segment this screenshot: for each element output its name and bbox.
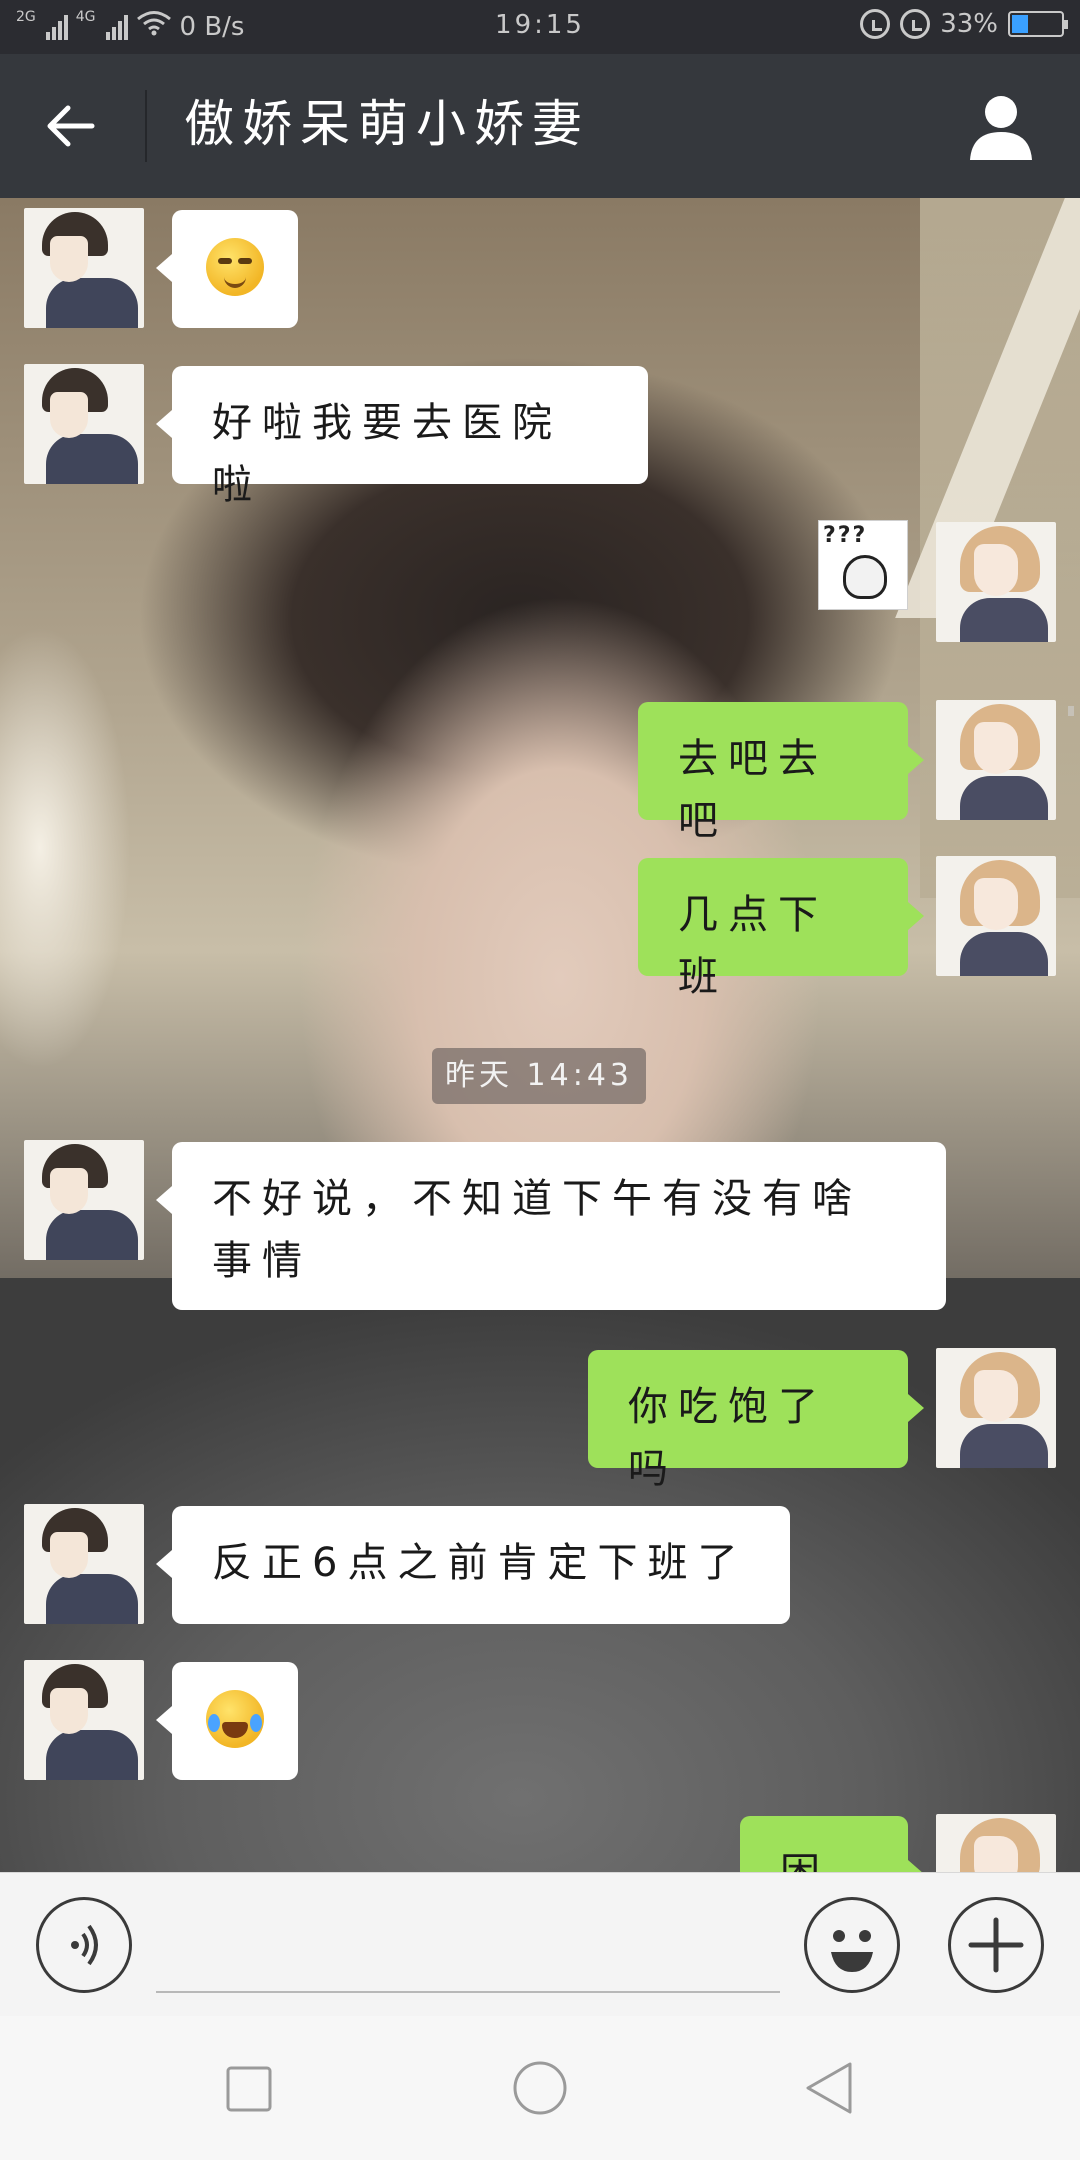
my-avatar[interactable] [936, 856, 1056, 976]
my-avatar[interactable] [936, 1348, 1056, 1468]
input-underline [156, 1991, 780, 1993]
contact-avatar[interactable] [24, 1660, 144, 1780]
message-bubble[interactable]: 不好说，不知道下午有没有啥事情 [156, 1142, 946, 1310]
battery-percent: 33% [940, 9, 998, 39]
alarm-icon [900, 9, 931, 39]
more-options-button[interactable] [948, 1897, 1044, 1993]
message-emoji-bubble[interactable] [156, 1662, 298, 1780]
plus-icon [968, 1917, 1024, 1973]
voice-icon [71, 1924, 98, 1966]
my-avatar[interactable] [936, 1814, 1056, 1872]
scroll-indicator [1068, 706, 1074, 716]
header-divider [145, 90, 147, 162]
square-icon [226, 2066, 272, 2112]
contact-avatar[interactable] [24, 208, 144, 328]
system-nav-bar [0, 2016, 1080, 2160]
message-bubble[interactable]: 去吧去吧 [638, 702, 924, 844]
smirk-face-icon [206, 238, 264, 296]
message-sticker[interactable]: ??? [818, 520, 908, 610]
chat-header: 傲娇呆萌小娇妻 [0, 54, 1080, 198]
battery-fill [1012, 15, 1028, 33]
tears-of-joy-face-icon [206, 1690, 264, 1748]
person-icon [970, 96, 1032, 160]
message-bubble[interactable]: 好啦我要去医院啦 [156, 366, 648, 508]
sticker-caption: ??? [823, 523, 868, 548]
my-avatar[interactable] [936, 700, 1056, 820]
chat-area[interactable]: 好啦我要去医院啦 ??? 去吧去吧 几点下班 昨天 14:43 不好说，不知道下… [0, 198, 1080, 1872]
home-button[interactable] [510, 2060, 570, 2116]
battery-icon [1008, 11, 1068, 37]
message-bubble[interactable]: 困困 [740, 1816, 924, 1872]
smiley-icon [831, 1930, 873, 1972]
status-bar: 2G 4G 0 B/s 19:15 33% [0, 0, 1080, 54]
message-input-bar [0, 1872, 1080, 2016]
status-right: 33% [860, 9, 1068, 39]
message-bubble[interactable]: 你吃饱了吗 [588, 1350, 924, 1492]
contact-avatar[interactable] [24, 1140, 144, 1260]
message-bubble[interactable]: 反正6点之前肯定下班了 [156, 1506, 790, 1624]
emoji-button[interactable] [804, 1897, 900, 1993]
voice-input-button[interactable] [36, 1897, 132, 1993]
circle-icon [513, 2061, 567, 2115]
message-emoji-bubble[interactable] [156, 210, 298, 328]
back-nav-button[interactable] [800, 2060, 860, 2116]
arrow-left-icon [47, 105, 95, 147]
timestamp-divider: 昨天 14:43 [432, 1048, 646, 1104]
contact-avatar[interactable] [24, 1504, 144, 1624]
back-button[interactable] [40, 96, 110, 156]
sticker-face-icon [843, 555, 887, 599]
my-avatar[interactable] [936, 522, 1056, 642]
triangle-back-icon [806, 2062, 852, 2114]
chat-title: 傲娇呆萌小娇妻 [184, 95, 590, 153]
rotation-lock-icon [860, 9, 891, 39]
contact-profile-button[interactable] [966, 92, 1036, 162]
recent-apps-button[interactable] [218, 2060, 278, 2116]
contact-avatar[interactable] [24, 364, 144, 484]
message-bubble[interactable]: 几点下班 [638, 858, 924, 1000]
message-input[interactable] [156, 1913, 784, 1985]
